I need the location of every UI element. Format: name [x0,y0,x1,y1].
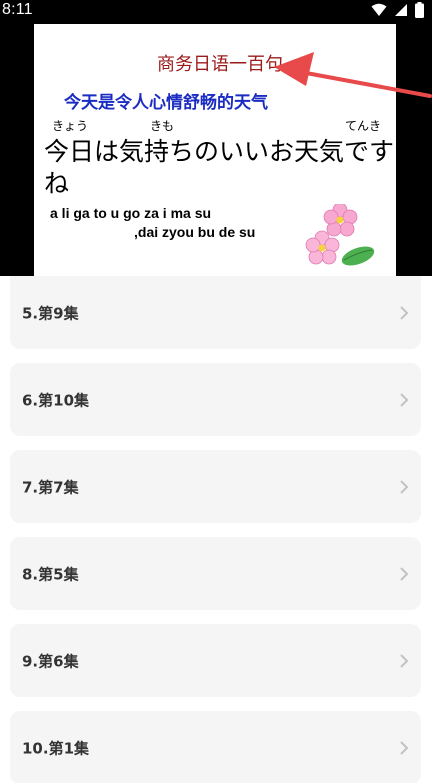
battery-icon [415,2,424,18]
sakura-flower-icon [305,204,375,266]
chevron-right-icon [400,305,409,320]
episode-label: 6.第10集 [22,391,90,409]
status-icons [371,2,424,18]
episode-item[interactable]: 10.第1集 [10,711,421,783]
chevron-right-icon [400,479,409,494]
chevron-right-icon [400,566,409,581]
wifi-icon [371,3,387,16]
episode-item[interactable]: 6.第10集 [10,363,421,436]
episode-item[interactable]: 5.第9集 [10,276,421,349]
chevron-right-icon [400,653,409,668]
episode-label: 8.第5集 [22,565,79,583]
signal-icon [395,4,407,16]
episode-label: 5.第9集 [22,304,79,322]
episode-label: 9.第6集 [22,652,79,670]
episode-item[interactable]: 7.第7集 [10,450,421,523]
romaji-line-1: a li ga to u go za i ma su [50,205,212,221]
episode-list: 5.第9集 6.第10集 7.第7集 8.第5集 9.第6集 10.第1集 [10,276,421,783]
annotation-arrow [274,52,432,98]
furigana-kimo: きも [150,119,175,133]
episode-label: 7.第7集 [22,478,79,496]
romaji-line-2: ,dai zyou bu de su [134,224,256,240]
status-time: 8:11 [2,1,33,18]
slide-romaji: a li ga to u go za i ma su ,dai zyou bu … [50,204,255,242]
episode-item[interactable]: 8.第5集 [10,537,421,610]
episode-label: 10.第1集 [22,739,90,757]
status-bar: 8:11 [0,0,432,22]
chevron-right-icon [400,740,409,755]
episode-item[interactable]: 9.第6集 [10,624,421,697]
slide-chinese-text: 今天是令人心情舒畅的天气 [64,93,268,113]
furigana-kyou: きょう [52,119,89,133]
furigana-tenki: てんき [345,119,382,133]
slide-japanese-text: 今日は気持ちのいいお天気ですね [44,137,395,198]
chevron-right-icon [400,392,409,407]
